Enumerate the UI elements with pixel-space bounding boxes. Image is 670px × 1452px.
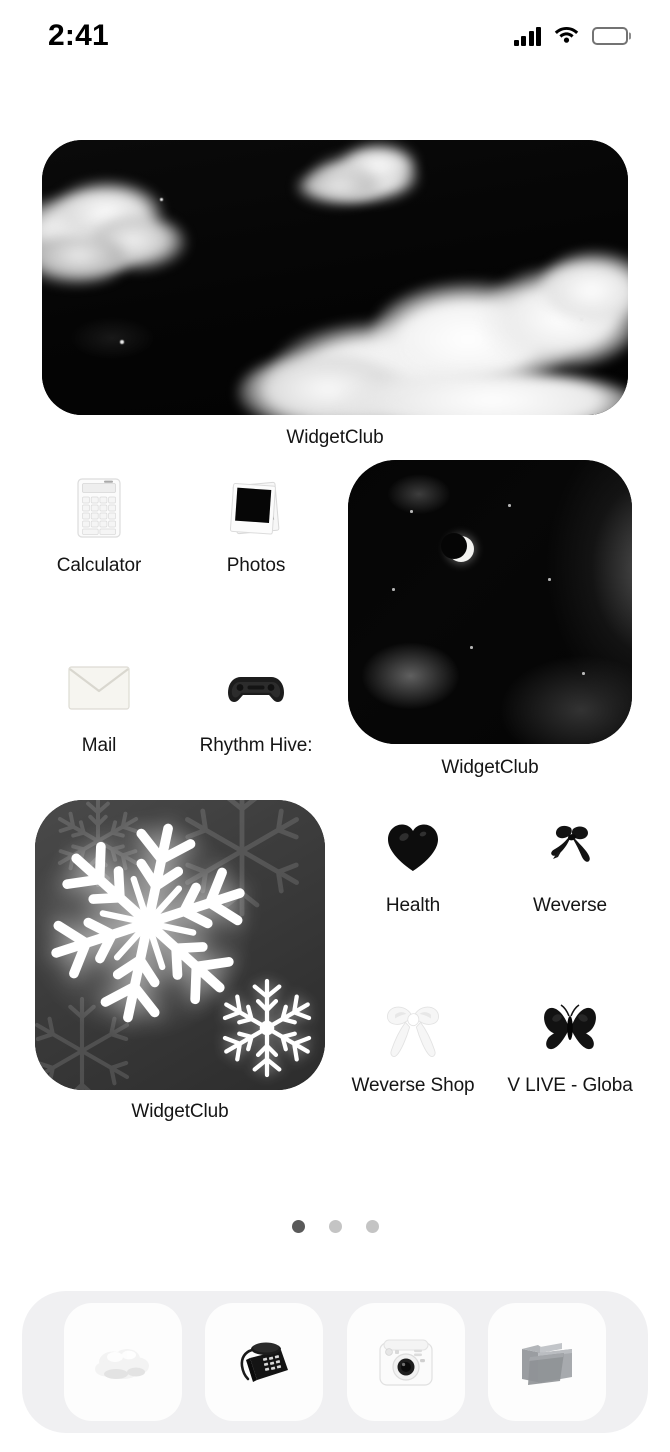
home-row-2: Calculator Photos Mail Rhythm Hive: Widg…	[0, 460, 670, 800]
app-icon-calculator[interactable]: Calculator	[29, 474, 169, 578]
app-icon-rhythm-hive[interactable]: Rhythm Hive:	[186, 654, 326, 758]
crescent-moon-icon	[441, 533, 474, 562]
file-folder-icon	[516, 1337, 578, 1387]
app-icon-photos[interactable]: Photos	[186, 474, 326, 578]
status-bar-time: 2:41	[48, 19, 109, 52]
widget-label-moon: WidgetClub	[441, 757, 539, 778]
snowflake-small-icon	[222, 978, 312, 1078]
dock-item-files[interactable]	[488, 1303, 607, 1421]
app-label-mail: Mail	[81, 735, 117, 756]
dock	[22, 1291, 648, 1433]
telephone-icon	[235, 1336, 293, 1388]
app-icon-weverse-shop[interactable]: Weverse Shop	[343, 994, 483, 1098]
app-label-rhythm-hive: Rhythm Hive:	[199, 735, 313, 756]
app-label-weverse: Weverse	[533, 895, 607, 916]
status-bar: 2:41	[0, 0, 670, 72]
dock-item-camera[interactable]	[346, 1303, 465, 1421]
battery-full-icon	[592, 27, 631, 45]
app-label-calculator: Calculator	[56, 555, 142, 576]
white-ribbon-bow-icon	[379, 994, 447, 1062]
instant-camera-icon	[375, 1335, 437, 1389]
app-icon-health[interactable]: Health	[343, 814, 483, 918]
cloud-icon	[92, 1340, 154, 1384]
dock-item-weather[interactable]	[63, 1303, 182, 1421]
polaroid-photo-icon	[222, 474, 290, 542]
app-label-health: Health	[385, 895, 441, 916]
dock-item-phone[interactable]	[205, 1303, 324, 1421]
app-icon-mail[interactable]: Mail	[29, 654, 169, 758]
home-row-1: WidgetClub	[0, 130, 670, 460]
calculator-icon	[65, 474, 133, 542]
app-label-weverse-shop: Weverse Shop	[351, 1075, 475, 1096]
widget-snowflake[interactable]	[35, 800, 325, 1090]
black-butterfly-icon	[536, 994, 604, 1062]
iphone-home-screen: 2:41 WidgetClub Calculator Photos Mail R…	[0, 0, 670, 1452]
page-dot-3[interactable]	[365, 1220, 379, 1233]
black-ribbon-bow-icon	[536, 814, 604, 882]
widget-clouds-wide[interactable]	[42, 140, 628, 415]
app-icon-weverse[interactable]: Weverse	[500, 814, 640, 918]
widget-label-clouds: WidgetClub	[286, 427, 384, 448]
envelope-icon	[65, 654, 133, 722]
signal-bars-icon	[513, 26, 541, 46]
widget-label-snowflake: WidgetClub	[131, 1101, 229, 1122]
wifi-icon	[554, 24, 579, 48]
home-row-3: WidgetClub Health Weverse Weverse Shop V…	[0, 800, 670, 1140]
app-label-photos: Photos	[226, 555, 286, 576]
page-indicator-dots[interactable]	[0, 1220, 670, 1233]
black-heart-icon	[379, 814, 447, 882]
page-dot-1[interactable]	[291, 1220, 305, 1233]
status-bar-indicators	[513, 24, 631, 48]
page-dot-2[interactable]	[328, 1220, 342, 1233]
game-controller-icon	[222, 654, 290, 722]
app-icon-vlive[interactable]: V LIVE - Globa	[500, 994, 640, 1098]
home-screen-grid: WidgetClub Calculator Photos Mail Rhythm…	[0, 130, 670, 1140]
app-label-vlive: V LIVE - Globa	[507, 1075, 633, 1096]
widget-moon[interactable]	[348, 460, 632, 744]
